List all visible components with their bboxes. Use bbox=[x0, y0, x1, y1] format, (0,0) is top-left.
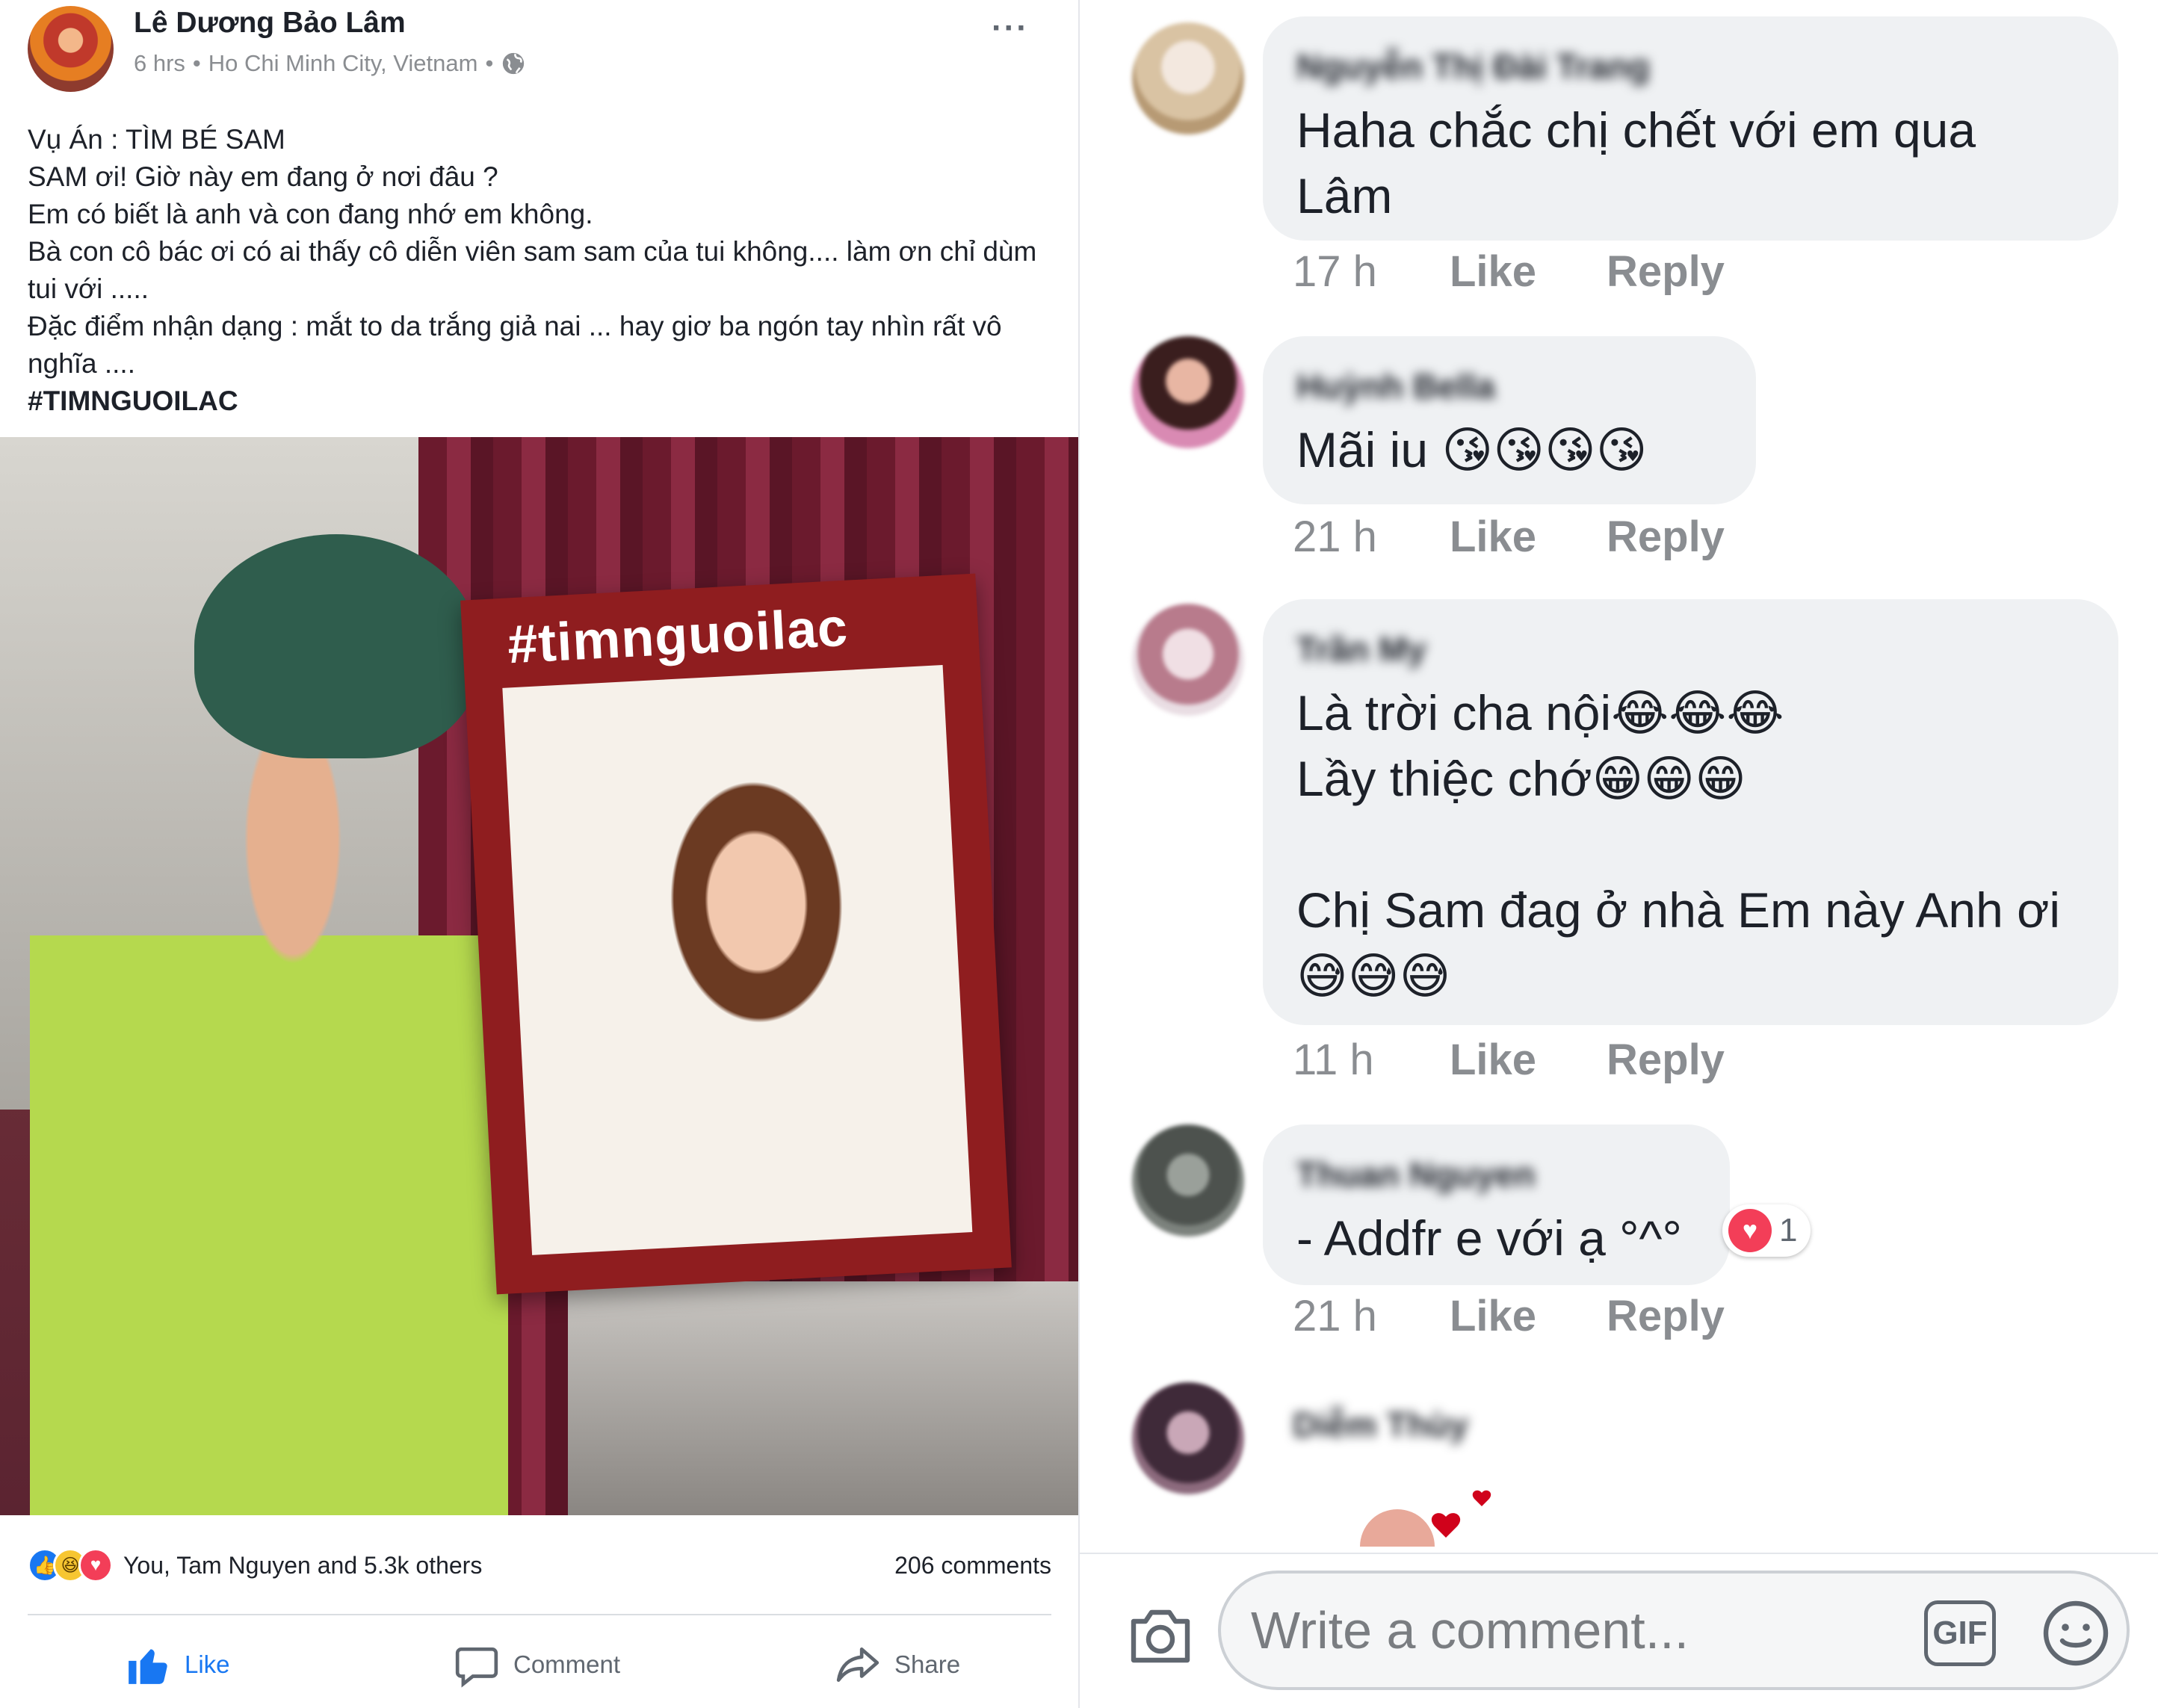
meta-separator: • bbox=[485, 50, 494, 76]
comment-bubble[interactable]: Huỳnh Bella Mãi iu 😘😘😘😘 bbox=[1263, 336, 1756, 504]
like-label: Like bbox=[185, 1650, 230, 1678]
post-line: SAM ơi! Giờ này em đang ở nơi đâu ? bbox=[28, 161, 498, 192]
like-button[interactable]: Like bbox=[125, 1635, 230, 1695]
camera-icon[interactable] bbox=[1125, 1600, 1196, 1672]
comment-bubble-icon bbox=[455, 1647, 498, 1688]
reaction-count: 1 bbox=[1779, 1212, 1798, 1248]
frame-inner-photo bbox=[502, 665, 973, 1255]
comment-like-button[interactable]: Like bbox=[1450, 247, 1607, 297]
comment-like-button[interactable]: Like bbox=[1450, 512, 1607, 562]
heart-icon: ♥ bbox=[1728, 1209, 1772, 1252]
commenter-name[interactable]: Nguyễn Thị Đài Trang bbox=[1296, 46, 2085, 87]
post-location[interactable]: Ho Chi Minh City, Vietnam bbox=[208, 50, 478, 77]
globe-icon[interactable] bbox=[501, 51, 526, 76]
reactions-summary[interactable]: 👍 😆 ♥ You, Tam Nguyen and 5.3k others 20… bbox=[28, 1547, 1051, 1584]
comment-meta: 21 h Like Reply bbox=[1293, 1291, 1725, 1341]
comment-like-button[interactable]: Like bbox=[1450, 1291, 1607, 1341]
post-line: Bà con cô bác ơi có ai thấy cô diễn viên… bbox=[28, 236, 1037, 304]
comment-reaction-badge[interactable]: ♥ 1 bbox=[1722, 1204, 1811, 1257]
divider bbox=[28, 1614, 1051, 1615]
comment-text: - Addfr e với ạ °^° bbox=[1296, 1210, 1682, 1266]
share-label: Share bbox=[894, 1650, 961, 1678]
photo-turban bbox=[194, 534, 478, 758]
comment-like-button[interactable]: Like bbox=[1450, 1035, 1607, 1085]
comment-button[interactable]: Comment bbox=[454, 1635, 620, 1695]
post-meta: 6 hrs • Ho Chi Minh City, Vietnam • bbox=[134, 50, 526, 77]
comment-bubble[interactable]: Nguyễn Thị Đài Trang Haha chắc chị chết … bbox=[1263, 16, 2118, 241]
post-time[interactable]: 6 hrs bbox=[134, 50, 185, 77]
meta-separator: • bbox=[192, 50, 201, 76]
author-avatar[interactable] bbox=[28, 6, 114, 92]
comment-meta: 11 h Like Reply bbox=[1293, 1035, 1725, 1085]
comment-meta: 17 h Like Reply bbox=[1293, 247, 1725, 297]
comment-time[interactable]: 11 h bbox=[1293, 1035, 1450, 1085]
commenter-name[interactable]: Huỳnh Bella bbox=[1296, 366, 1722, 406]
comment-text: Haha chắc chị chết với em qua Lâm bbox=[1296, 102, 1976, 223]
facebook-post: Lê Dương Bảo Lâm 6 hrs • Ho Chi Minh Cit… bbox=[0, 0, 1078, 1708]
post-text: Vụ Án : TÌM BÉ SAM SAM ơi! Giờ này em đa… bbox=[28, 121, 1059, 420]
comment-time[interactable]: 21 h bbox=[1293, 1291, 1450, 1341]
comment-text: Là trời cha nội😂😂😂 Lầy thiệc chớ😁😁😁 Chị … bbox=[1296, 685, 2061, 1003]
love-reaction-icon: ♥ bbox=[78, 1548, 113, 1582]
comment-bubble[interactable]: Thuan Nguyen - Addfr e với ạ °^° bbox=[1263, 1124, 1730, 1285]
frame-hashtag-text: #timnguoilac bbox=[506, 597, 850, 675]
commenter-name[interactable]: Diễm Thùy bbox=[1293, 1405, 1468, 1445]
commenter-avatar[interactable] bbox=[1132, 22, 1244, 134]
comment-reply-button[interactable]: Reply bbox=[1607, 1291, 1725, 1341]
comment-reply-button[interactable]: Reply bbox=[1607, 247, 1725, 297]
post-line: Vụ Án : TÌM BÉ SAM bbox=[28, 124, 285, 155]
thumbs-up-icon bbox=[129, 1649, 167, 1684]
commenter-avatar[interactable] bbox=[1132, 336, 1244, 448]
share-arrow-icon bbox=[836, 1647, 879, 1682]
comment-time[interactable]: 21 h bbox=[1293, 512, 1450, 562]
comment-time[interactable]: 17 h bbox=[1293, 247, 1450, 297]
post-line: Đặc điểm nhận dạng : mắt to da trắng giả… bbox=[28, 311, 1002, 379]
reactions-text[interactable]: You, Tam Nguyen and 5.3k others bbox=[123, 1552, 482, 1579]
gif-icon[interactable]: GIF bbox=[1924, 1600, 1996, 1666]
heart-sticker-icon bbox=[1360, 1490, 1491, 1547]
commenter-avatar[interactable] bbox=[1132, 1382, 1244, 1494]
commenter-avatar[interactable] bbox=[1132, 604, 1244, 716]
comment-text: Mãi iu 😘😘😘😘 bbox=[1296, 422, 1648, 477]
author-name[interactable]: Lê Dương Bảo Lâm bbox=[134, 7, 406, 40]
more-options-icon[interactable]: ··· bbox=[992, 10, 1029, 47]
commenter-name[interactable]: Trần My bbox=[1296, 629, 2085, 669]
commenter-name[interactable]: Thuan Nguyen bbox=[1296, 1154, 1696, 1195]
commenter-avatar[interactable] bbox=[1132, 1124, 1244, 1237]
share-button[interactable]: Share bbox=[835, 1635, 960, 1695]
photo-frame-prop: #timnguoilac bbox=[460, 573, 1012, 1295]
comment-label: Comment bbox=[513, 1650, 621, 1678]
emoji-icon[interactable] bbox=[2040, 1597, 2112, 1669]
comment-composer: GIF bbox=[1080, 1553, 2158, 1708]
reaction-icons: 👍 😆 ♥ bbox=[28, 1548, 113, 1582]
comment-meta: 21 h Like Reply bbox=[1293, 512, 1725, 562]
comments-panel: Nguyễn Thị Đài Trang Haha chắc chị chết … bbox=[1078, 0, 2158, 1708]
photo-table bbox=[568, 1281, 1078, 1515]
comment-reply-button[interactable]: Reply bbox=[1607, 512, 1725, 562]
post-hashtag[interactable]: #TIMNGUOILAC bbox=[28, 383, 1059, 420]
post-header: Lê Dương Bảo Lâm 6 hrs • Ho Chi Minh Cit… bbox=[28, 4, 1059, 93]
post-photo[interactable]: #timnguoilac bbox=[0, 437, 1078, 1515]
comment-reply-button[interactable]: Reply bbox=[1607, 1035, 1725, 1085]
post-action-bar: Like Comment Share bbox=[28, 1635, 1051, 1695]
comment-bubble[interactable]: Trần My Là trời cha nội😂😂😂 Lầy thiệc chớ… bbox=[1263, 599, 2118, 1025]
post-line: Em có biết là anh và con đang nhớ em khô… bbox=[28, 199, 593, 229]
comments-count[interactable]: 206 comments bbox=[894, 1552, 1051, 1579]
